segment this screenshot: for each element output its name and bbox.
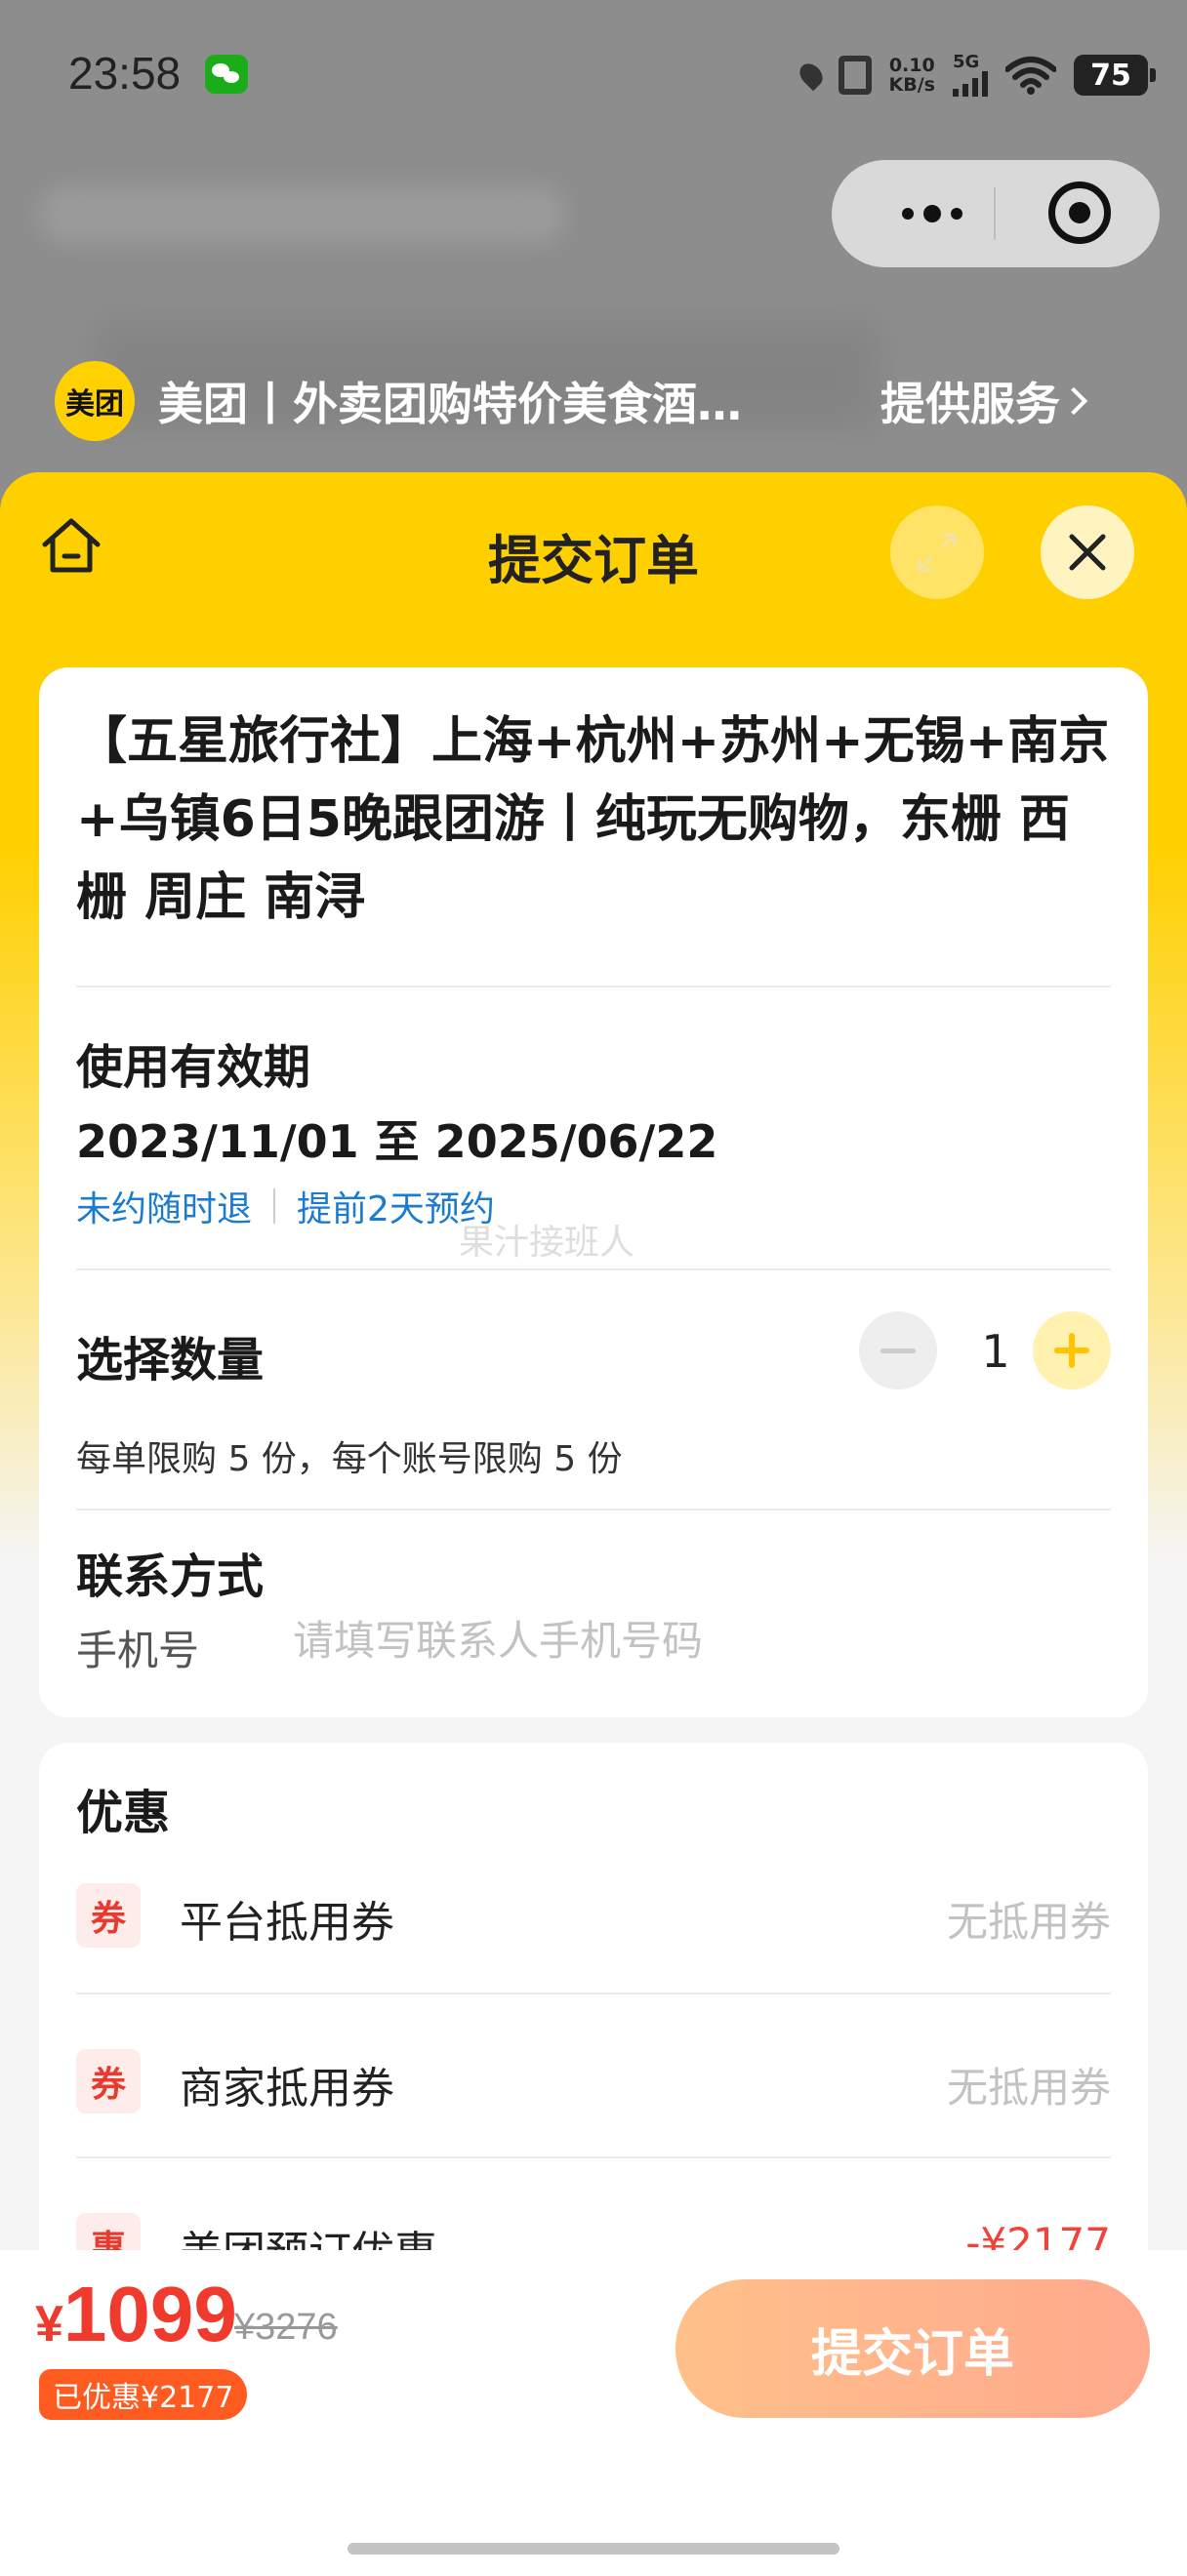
more-options-icon[interactable] [879,194,986,233]
network-speed: 0.10 KB/s [888,55,935,96]
product-card: 【五星旅行社】上海+杭州+苏州+无锡+南京+乌镇6日5晚跟团游丨纯玩无购物，东栅… [39,667,1148,1717]
discount-label: 商家抵用券 [180,2064,394,2113]
discount-value: 无抵用券 [946,2064,1111,2112]
blurred-nav [39,185,566,244]
status-indicators: 0.10 KB/s 5G 75 [795,51,1156,100]
coupon-icon: 券 [76,1883,141,1948]
increase-quantity-button[interactable] [1033,1311,1111,1389]
home-indicator[interactable] [348,2543,839,2555]
expand-button[interactable] [890,505,984,599]
purchase-limit-text: 每单限购 5 份，每个账号限购 5 份 [76,1439,623,1479]
sheet-header: 提交订单 [0,472,1187,658]
submit-order-button[interactable]: 提交订单 [675,2279,1150,2418]
divider [76,1509,1111,1510]
close-button[interactable] [1041,505,1134,599]
wifi-icon [1005,57,1056,95]
close-icon [1069,534,1106,571]
policy-tags: 未约随时退 提前2天预约 [76,1181,495,1231]
service-provider-link[interactable]: 提供服务 [880,369,1088,433]
sheet-title: 提交订单 [488,530,699,591]
meituan-logo: 美团 [55,361,135,441]
phone-label: 手机号 [76,1627,200,1674]
status-bar: 23:58 0.10 KB/s 5G 75 [0,0,1187,146]
discount-value: 无抵用券 [946,1898,1111,1946]
tag-separator [273,1188,276,1224]
divider [76,2156,1111,2158]
wechat-icon [205,55,248,94]
divider [76,986,1111,987]
product-title: 【五星旅行社】上海+杭州+苏州+无锡+南京+乌镇6日5晚跟团游丨纯玩无购物，东栅… [76,712,1110,927]
refund-tag: 未约随时退 [76,1189,253,1229]
discount-label: 平台抵用券 [180,1898,394,1948]
vibrate-icon [838,56,872,95]
phone-input[interactable] [293,1606,1074,1674]
saved-badge: 已优惠¥2177 [39,2369,248,2420]
watermark: 果汁接班人 [459,1223,635,1263]
expand-icon [918,533,957,572]
battery-icon: 75 [1074,55,1156,96]
exit-miniprogram-icon[interactable] [1048,181,1111,244]
validity-range: 2023/11/01 至 2025/06/22 [76,1115,718,1168]
quantity-label: 选择数量 [76,1333,265,1388]
original-price: ¥3276 [234,2307,338,2348]
validity-label: 使用有效期 [76,1040,311,1095]
capsule-divider [994,187,996,240]
decrease-quantity-button[interactable] [859,1311,937,1389]
divider [76,1992,1111,1994]
miniprogram-capsule [832,160,1160,267]
checkout-bar: ¥1099 ¥3276 已优惠¥2177 提交订单 [0,2250,1187,2576]
final-price: ¥1099 [35,2271,237,2357]
quantity-stepper: 选择数量 1 [39,1292,1148,1409]
contact-label: 联系方式 [76,1550,265,1604]
merchant-coupon-row[interactable]: 券 商家抵用券 无抵用券 [39,2026,1148,2143]
cellular-signal-icon: 5G [953,54,988,97]
coupon-icon: 券 [76,2049,141,2113]
quantity-value: 1 [981,1325,1010,1378]
divider [76,1268,1111,1270]
status-time: 23:58 [68,48,182,99]
chevron-right-icon [1059,386,1088,416]
platform-coupon-row[interactable]: 券 平台抵用券 无抵用券 [39,1860,1148,1977]
miniprogram-info-bar[interactable]: 美团 美团丨外卖团购特价美食酒… 提供服务 [55,357,1148,445]
discount-title: 优惠 [76,1786,171,1840]
location-icon [795,59,827,92]
miniprogram-title: 美团丨外卖团购特价美食酒… [158,378,742,430]
